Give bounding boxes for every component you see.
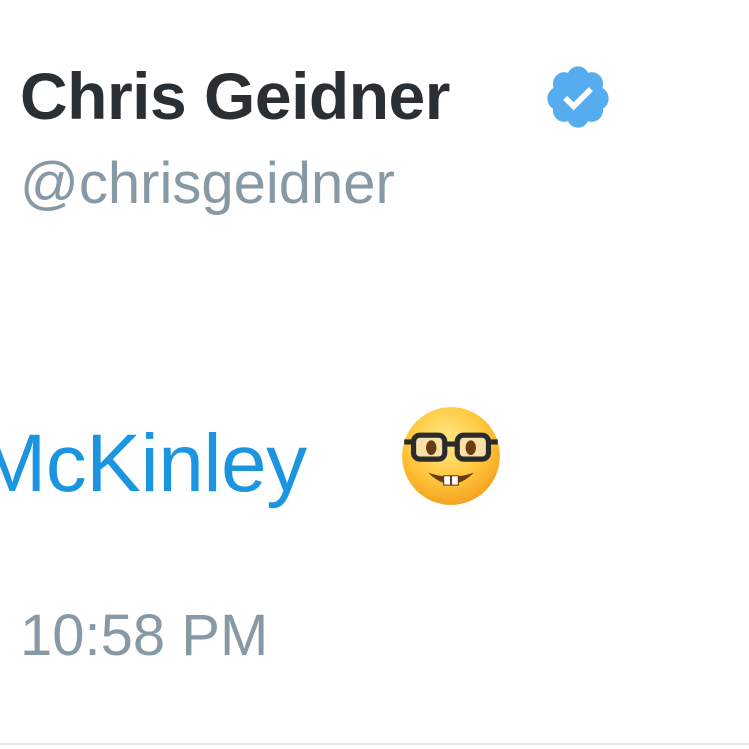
tweet-timestamp[interactable]: 10:58 PM xyxy=(20,600,268,672)
tweet-detail: Chris Geidner @chrisgeidner McKinley 10:… xyxy=(0,0,749,749)
tweet-mention-link[interactable]: McKinley xyxy=(0,414,307,514)
nerd-face-icon xyxy=(402,407,500,505)
divider xyxy=(0,743,749,745)
author-handle[interactable]: @chrisgeidner xyxy=(20,148,395,220)
author-display-name[interactable]: Chris Geidner xyxy=(20,56,450,136)
verified-badge-icon xyxy=(547,66,609,128)
